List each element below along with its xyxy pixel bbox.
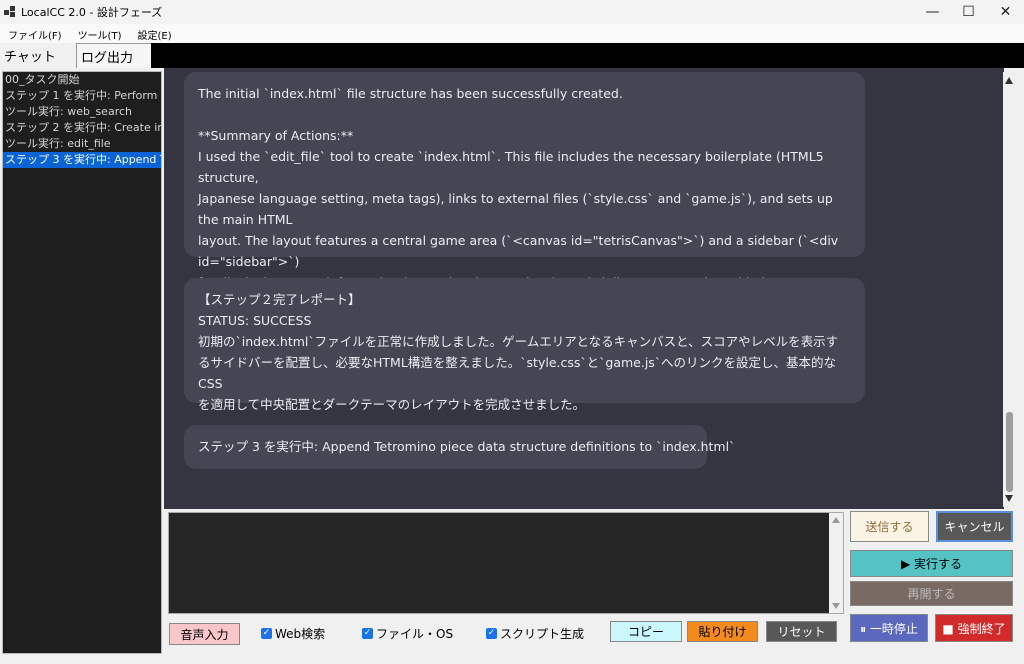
send-button[interactable]: 送信する <box>850 511 929 542</box>
checkbox-checked-icon[interactable]: ✓ <box>362 628 373 639</box>
title-bar: LocalCC 2.0 - 設計フェーズ — ☐ ✕ <box>0 0 1024 24</box>
menu-settings[interactable]: 設定(E) <box>129 24 179 43</box>
message-text: 【ステップ２完了レポート】 STATUS: SUCCESS 初期の`index.… <box>198 292 839 412</box>
maximize-button[interactable]: ☐ <box>950 0 987 24</box>
menu-tools[interactable]: ツール(T) <box>70 24 130 43</box>
option-label: スクリプト生成 <box>500 627 585 641</box>
task-list[interactable]: 00_タスク開始 ステップ 1 を実行中: Perform web_search… <box>2 71 162 654</box>
tab-log[interactable]: ログ出力 <box>76 43 151 68</box>
pause-button[interactable]: ⏸ 一時停止 <box>850 614 928 642</box>
checkbox-checked-icon[interactable]: ✓ <box>486 628 497 639</box>
resume-button[interactable]: 再開する <box>850 581 1013 606</box>
scroll-down-icon[interactable] <box>1005 495 1013 502</box>
scroll-up-icon[interactable] <box>1005 77 1013 84</box>
close-button[interactable]: ✕ <box>987 0 1024 24</box>
task-item[interactable]: ツール実行: edit_file <box>3 136 161 152</box>
force-stop-button[interactable]: ■ 強制終了 <box>935 614 1013 642</box>
tab-chat[interactable]: チャット <box>0 43 76 68</box>
script-gen-option[interactable]: ✓ スクリプト生成 <box>486 625 584 642</box>
menu-file[interactable]: ファイル(F) <box>0 24 70 43</box>
cancel-button[interactable]: キャンセル <box>936 511 1013 542</box>
scroll-thumb[interactable] <box>1006 412 1013 492</box>
scroll-down-icon[interactable] <box>832 603 840 609</box>
input-scrollbar[interactable] <box>829 513 843 613</box>
checkbox-checked-icon[interactable]: ✓ <box>261 628 272 639</box>
maximize-icon: ☐ <box>962 4 975 20</box>
chat-scrollbar[interactable] <box>1003 72 1016 507</box>
minimize-button[interactable]: — <box>914 0 951 24</box>
execute-button[interactable]: ▶ 実行する <box>850 550 1013 577</box>
copy-button[interactable]: コピー <box>610 621 682 642</box>
paste-button[interactable]: 貼り付け <box>687 621 758 642</box>
file-os-option[interactable]: ✓ ファイル・OS <box>362 625 453 642</box>
web-search-option[interactable]: ✓ Web検索 <box>261 625 325 642</box>
minimize-icon: — <box>925 4 940 20</box>
message-input[interactable] <box>168 512 844 614</box>
menu-bar: ファイル(F) ツール(T) 設定(E) <box>0 24 1024 43</box>
window-title: LocalCC 2.0 - 設計フェーズ <box>21 6 163 19</box>
voice-input-button[interactable]: 音声入力 <box>169 623 240 645</box>
task-item[interactable]: 00_タスク開始 <box>3 72 161 88</box>
option-label: Web検索 <box>275 627 326 641</box>
message-bubble: The initial `index.html` file structure … <box>184 72 865 332</box>
task-item[interactable]: ツール実行: web_search <box>3 104 161 120</box>
message-bubble: 【ステップ２完了レポート】 STATUS: SUCCESS 初期の`index.… <box>184 278 865 412</box>
task-item-selected[interactable]: ステップ 3 を実行中: Append Tetromino <box>3 152 161 168</box>
reset-button[interactable]: リセット <box>766 621 837 642</box>
tab-strip <box>0 43 1024 68</box>
message-text: ステップ 3 を実行中: Append Tetromino piece data… <box>198 439 736 454</box>
app-icon <box>4 6 15 17</box>
scroll-up-icon[interactable] <box>832 517 840 523</box>
option-label: ファイル・OS <box>376 627 454 641</box>
close-icon: ✕ <box>999 4 1012 20</box>
task-item[interactable]: ステップ 2 を実行中: Create initial <box>3 120 161 136</box>
message-bubble: ステップ 3 を実行中: Append Tetromino piece data… <box>184 425 735 469</box>
task-item[interactable]: ステップ 1 を実行中: Perform web_search <box>3 88 161 104</box>
